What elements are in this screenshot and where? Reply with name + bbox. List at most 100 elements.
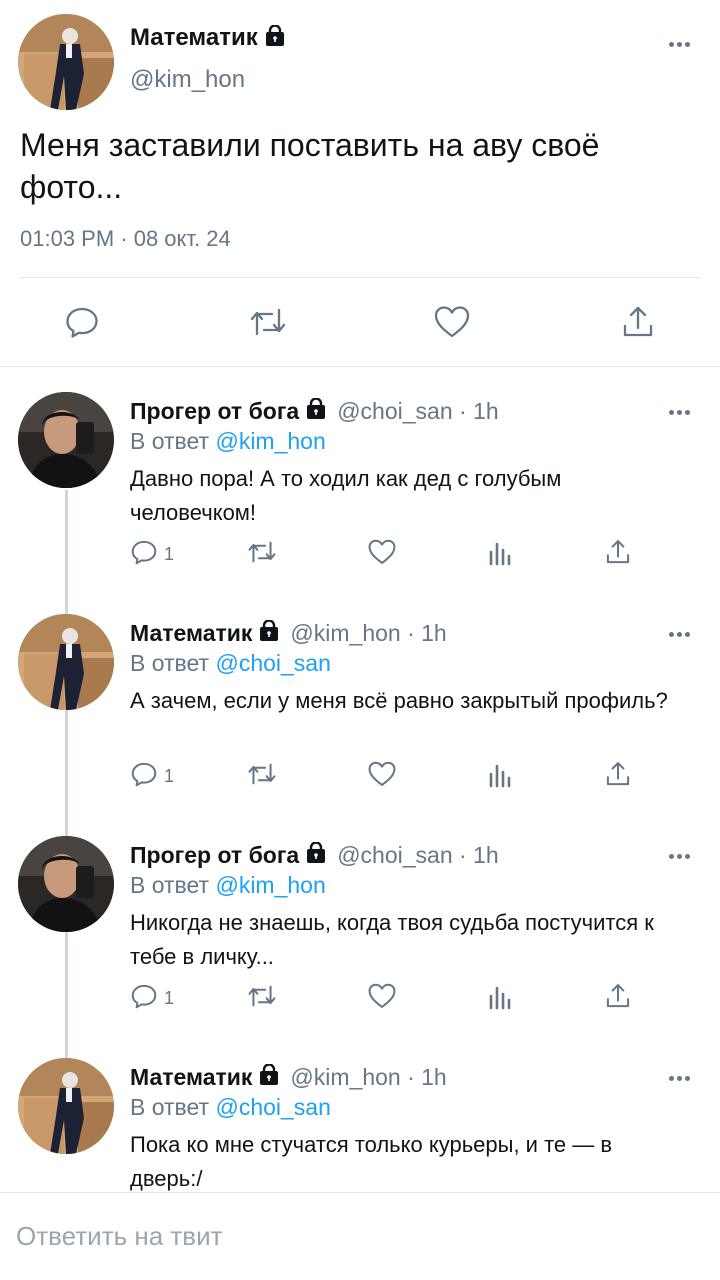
author-handle: @kim_hon — [130, 66, 246, 93]
reply-icon — [64, 304, 100, 345]
like-button[interactable] — [367, 980, 397, 1016]
reply-button[interactable] — [54, 296, 110, 352]
avatar-image-kim — [18, 14, 114, 110]
author-name[interactable]: Математик — [130, 620, 252, 647]
reply-actions: 1 — [130, 536, 650, 572]
mention-link[interactable]: @kim_hon — [215, 428, 325, 454]
like-icon — [367, 538, 397, 571]
like-icon — [367, 760, 397, 793]
retweet-button[interactable] — [246, 536, 278, 572]
share-button[interactable] — [604, 758, 632, 794]
reply-composer — [0, 1192, 720, 1280]
handle-time: @kim_hon · 1h — [290, 1064, 447, 1090]
reply-to-line: В ответ @kim_hon — [130, 428, 326, 455]
lock-icon — [258, 619, 280, 647]
retweet-icon — [246, 760, 278, 793]
tweet-actions — [0, 296, 720, 352]
more-icon[interactable] — [669, 854, 690, 859]
share-button[interactable] — [604, 980, 632, 1016]
mention-link[interactable]: @choi_san — [215, 1094, 330, 1120]
avatar-image-kim — [18, 1058, 114, 1154]
reply-text: Пока ко мне стучатся только курьеры, и т… — [130, 1132, 613, 1191]
avatar[interactable] — [18, 614, 114, 710]
reply-actions: 1 — [130, 980, 650, 1016]
reply-input[interactable] — [16, 1221, 696, 1252]
author-name[interactable]: Математик — [130, 24, 258, 52]
avatar-image-kim — [18, 614, 114, 710]
reply-to-line: В ответ @choi_san — [130, 1094, 331, 1121]
reply-count: 1 — [164, 543, 175, 564]
share-icon — [604, 538, 632, 571]
avatar[interactable] — [18, 836, 114, 932]
main-tweet: Математик @kim_hon Меня заставили постав… — [0, 0, 720, 366]
reply-actions: 1 — [130, 758, 650, 794]
lock-icon — [305, 397, 327, 425]
reply-tweet: Прогер от бога @choi_san · 1h В ответ @k… — [0, 368, 720, 590]
tweet-text: Меня заставили поставить на аву своё фот… — [20, 127, 600, 205]
more-icon[interactable] — [669, 1076, 690, 1081]
reply-button[interactable]: 1 — [130, 980, 174, 1016]
reply-label: В ответ — [130, 1094, 210, 1120]
views-icon — [486, 538, 514, 571]
views-button[interactable] — [486, 536, 514, 572]
tweet-timestamp: 01:03 PM · 08 окт. 24 — [20, 226, 231, 251]
like-button[interactable] — [424, 296, 480, 352]
reply-text: Никогда не знаешь, когда твоя судьба пос… — [130, 910, 654, 969]
retweet-button[interactable] — [240, 296, 296, 352]
reply-button[interactable]: 1 — [130, 536, 174, 572]
reply-header: Математик @kim_hon · 1h — [130, 1063, 447, 1091]
lock-icon — [264, 23, 286, 52]
more-icon[interactable] — [669, 632, 690, 637]
handle-time: @kim_hon · 1h — [290, 620, 447, 646]
more-icon[interactable] — [669, 42, 690, 47]
avatar-image-choi — [18, 392, 114, 488]
author-name[interactable]: Прогер от бога — [130, 842, 299, 869]
mention-link[interactable]: @choi_san — [215, 650, 330, 676]
retweet-icon — [246, 538, 278, 571]
reply-header: Математик @kim_hon · 1h — [130, 619, 447, 647]
avatar[interactable] — [18, 392, 114, 488]
mention-link[interactable]: @kim_hon — [215, 872, 325, 898]
retweet-button[interactable] — [246, 758, 278, 794]
reply-count: 1 — [164, 765, 175, 786]
reply-button[interactable]: 1 — [130, 758, 174, 794]
author-name[interactable]: Прогер от бога — [130, 398, 299, 425]
share-button[interactable] — [604, 536, 632, 572]
retweet-button[interactable] — [246, 980, 278, 1016]
like-button[interactable] — [367, 536, 397, 572]
reply-text: А зачем, если у меня всё равно закрытый … — [130, 688, 668, 713]
divider — [20, 277, 700, 278]
reply-icon — [130, 982, 158, 1015]
lock-icon — [258, 1063, 280, 1091]
reply-count: 1 — [164, 987, 175, 1008]
divider — [0, 366, 720, 367]
avatar-image-choi — [18, 836, 114, 932]
share-button[interactable] — [610, 296, 666, 352]
reply-text: Давно пора! А то ходил как дед с голубым… — [130, 466, 562, 525]
handle-time: @choi_san · 1h — [337, 398, 499, 424]
views-icon — [486, 982, 514, 1015]
reply-header: Прогер от бога @choi_san · 1h — [130, 841, 499, 869]
like-icon — [433, 304, 471, 345]
retweet-icon — [248, 304, 288, 345]
reply-label: В ответ — [130, 650, 210, 676]
reply-label: В ответ — [130, 428, 210, 454]
share-icon — [620, 304, 656, 345]
reply-tweet: Математик @kim_hon · 1h В ответ @choi_sa… — [0, 590, 720, 812]
reply-icon — [130, 760, 158, 793]
reply-label: В ответ — [130, 872, 210, 898]
reply-header: Прогер от бога @choi_san · 1h — [130, 397, 499, 425]
reply-tweet: Математик @kim_hon · 1h В ответ @choi_sa… — [0, 1034, 720, 1192]
more-icon[interactable] — [669, 410, 690, 415]
share-icon — [604, 982, 632, 1015]
like-button[interactable] — [367, 758, 397, 794]
retweet-icon — [246, 982, 278, 1015]
author-row: Математик — [130, 23, 286, 52]
reply-to-line: В ответ @kim_hon — [130, 872, 326, 899]
views-button[interactable] — [486, 980, 514, 1016]
reply-to-line: В ответ @choi_san — [130, 650, 331, 677]
avatar[interactable] — [18, 1058, 114, 1154]
avatar[interactable] — [18, 14, 114, 110]
views-button[interactable] — [486, 758, 514, 794]
author-name[interactable]: Математик — [130, 1064, 252, 1091]
